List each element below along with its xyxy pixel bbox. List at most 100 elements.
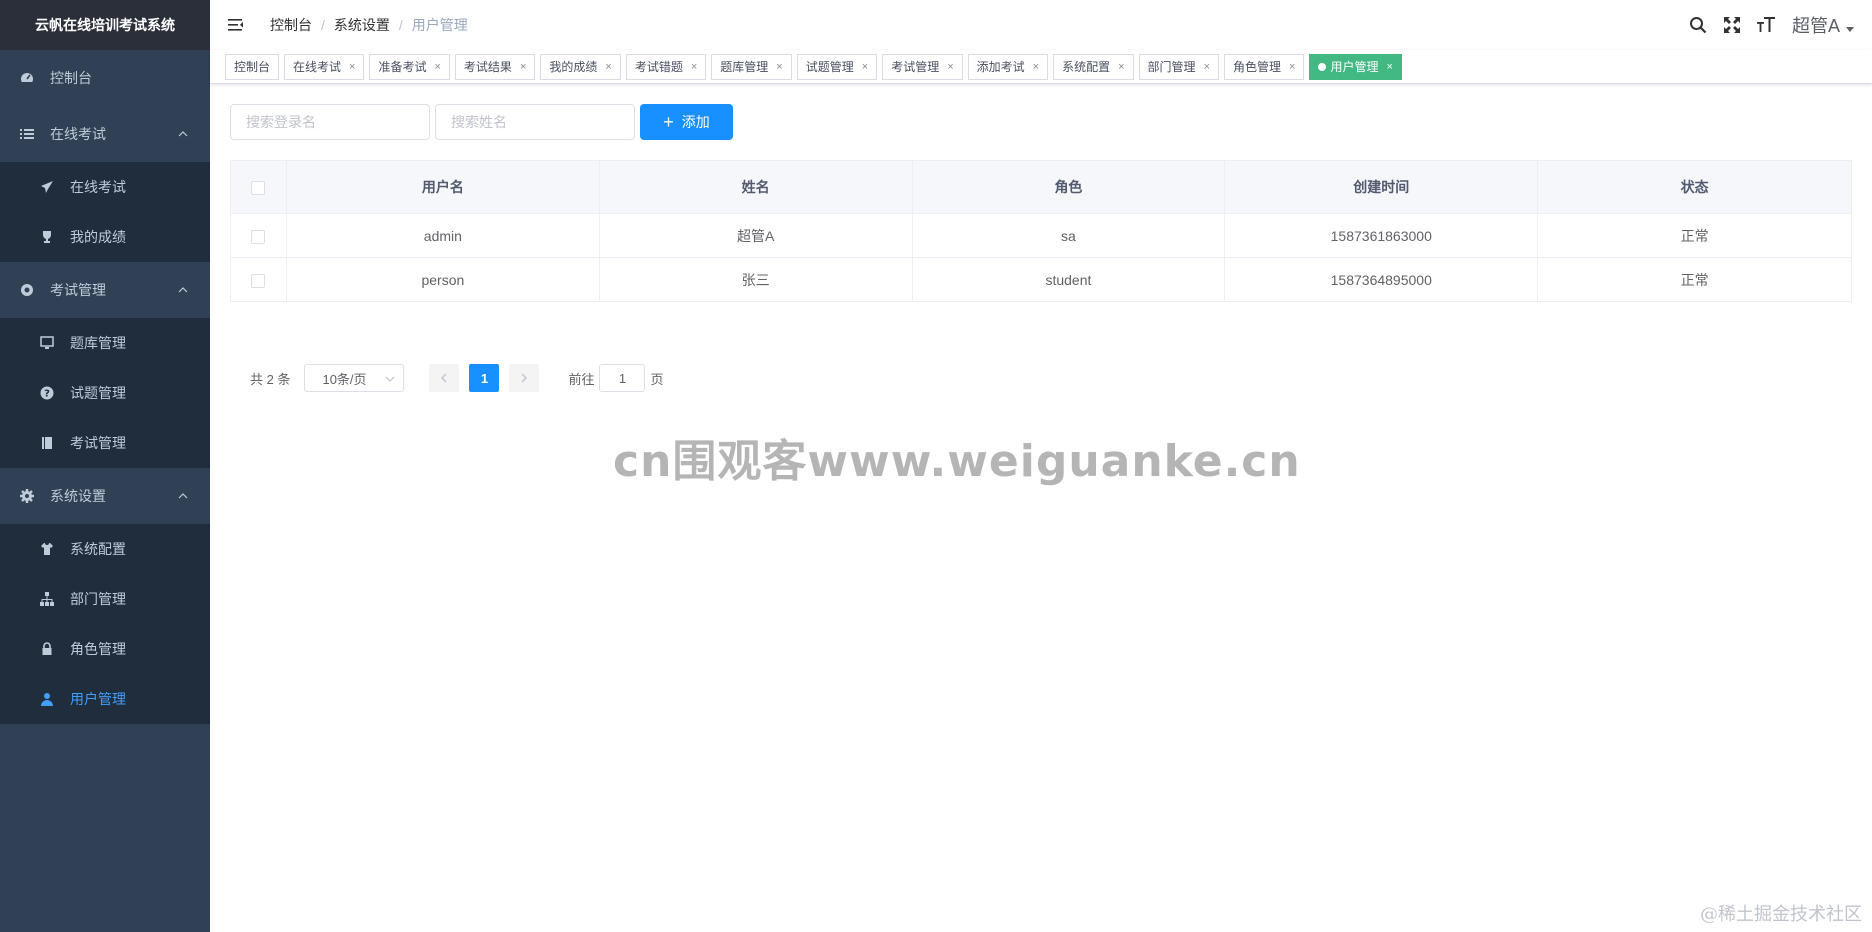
tag-item[interactable]: 添加考试 × (967, 53, 1049, 80)
tag-item[interactable]: 我的成绩 × (540, 53, 621, 80)
dashboard-icon (20, 71, 34, 85)
close-icon[interactable]: × (691, 61, 697, 73)
sidebar-item-label: 部门管理 (70, 591, 126, 607)
tag-item[interactable]: 考试管理 × (882, 53, 963, 80)
tag-item[interactable]: 试题管理 × (796, 53, 878, 80)
user-name: 超管A (1791, 16, 1840, 36)
tag-label: 用户管理 (1330, 60, 1379, 74)
content: + 添加 用户名 姓名 角色 创建时间 状态 admin (210, 84, 1872, 392)
pagination: 共 2 条 10条/页 1 前往 页 (230, 364, 1852, 392)
tag-item-active[interactable]: 用户管理 × (1309, 53, 1402, 80)
row-checkbox[interactable] (251, 273, 266, 288)
tag-item[interactable]: 角色管理 × (1224, 53, 1305, 80)
sidebar-group-label: 考试管理 (50, 282, 106, 298)
sidebar-item-user[interactable]: 用户管理 (0, 674, 210, 724)
search-login-input[interactable] (230, 104, 430, 140)
select-all-checkbox[interactable] (251, 181, 266, 196)
next-page-button[interactable] (509, 364, 540, 392)
tag-item[interactable]: 在线考试 × (284, 53, 365, 80)
column-header: 角色 (912, 160, 1226, 214)
sidebar-item-online-exam[interactable]: 在线考试 (0, 162, 210, 212)
tag-label: 添加考试 (976, 60, 1025, 74)
tag-item[interactable]: 部门管理 × (1138, 53, 1219, 80)
page-jumper: 前往 页 (568, 364, 664, 392)
close-icon[interactable]: × (776, 61, 782, 73)
sidebar-item-question-management[interactable]: ? 试题管理 (0, 368, 210, 418)
chevron-up-icon (178, 287, 188, 293)
sidebar-item-dashboard[interactable]: 控制台 (0, 50, 210, 106)
sidebar-item-department[interactable]: 部门管理 (0, 574, 210, 624)
close-icon[interactable]: × (520, 61, 526, 73)
close-icon[interactable]: × (1118, 61, 1124, 73)
sidebar-group-exam-management[interactable]: 考试管理 (0, 262, 210, 318)
svg-text:?: ? (44, 389, 50, 400)
cell-name: 超管A (599, 213, 913, 258)
sidebar-item-my-scores[interactable]: 我的成绩 (0, 212, 210, 262)
jumper-suffix: 页 (650, 371, 664, 387)
sidebar-group-system-settings[interactable]: 系统设置 (0, 468, 210, 524)
row-checkbox[interactable] (251, 229, 266, 244)
sidebar-item-question-bank[interactable]: 题库管理 (0, 318, 210, 368)
trophy-icon (40, 230, 54, 244)
page-size-select[interactable]: 10条/页 (304, 364, 405, 392)
sidebar-item-label: 控制台 (50, 70, 92, 86)
close-icon[interactable]: × (862, 61, 868, 73)
sidebar-item-label: 在线考试 (70, 179, 126, 195)
menu-fold-icon[interactable] (227, 16, 245, 34)
monitor-icon (40, 336, 54, 350)
sidebar-item-role[interactable]: 角色管理 (0, 624, 210, 674)
close-icon[interactable]: × (947, 61, 953, 73)
breadcrumb-item[interactable]: 系统设置 (334, 15, 390, 35)
credit-watermark: @稀土掘金技术社区 (1700, 904, 1862, 925)
text-size-icon[interactable] (1756, 15, 1776, 35)
search-icon[interactable] (1688, 15, 1708, 35)
sidebar-item-exam-management[interactable]: 考试管理 (0, 418, 210, 468)
tag-item[interactable]: 题库管理 × (711, 53, 792, 80)
sidebar-group-online-exam[interactable]: 在线考试 (0, 106, 210, 162)
search-name-input[interactable] (435, 104, 635, 140)
submenu-exam-management: 题库管理 ? 试题管理 考试管理 (0, 318, 210, 468)
table-row[interactable]: person 张三 student 1587364895000 正常 (230, 257, 1852, 302)
tags-view: 控制台 在线考试 × 准备考试 × 考试结果 × 我的成绩 × 考试错题 × 题库管理 × … (210, 50, 1872, 84)
breadcrumb-item[interactable]: 控制台 (270, 15, 312, 35)
gear-icon (20, 489, 34, 503)
navbar: 控制台 / 系统设置 / 用户管理 超管A (210, 0, 1872, 50)
cell-role: sa (912, 213, 1226, 258)
close-icon[interactable]: × (434, 61, 440, 73)
fullscreen-icon[interactable] (1722, 15, 1742, 35)
user-dropdown[interactable]: 超管A (1792, 12, 1854, 38)
tag-item[interactable]: 考试结果 × (454, 53, 536, 80)
tag-item[interactable]: 考试错题 × (625, 53, 707, 80)
chevron-right-icon (521, 373, 528, 383)
page-number-current[interactable]: 1 (469, 364, 500, 392)
cell-created: 1587361863000 (1224, 213, 1539, 258)
goto-page-input[interactable] (599, 364, 646, 392)
sidebar-item-label: 我的成绩 (70, 229, 126, 245)
pagination-total: 共 2 条 (250, 371, 291, 387)
cell-status: 正常 (1537, 213, 1852, 258)
close-icon[interactable]: × (1204, 61, 1210, 73)
chevron-left-icon (441, 373, 447, 383)
submenu-online-exam: 在线考试 我的成绩 (0, 162, 210, 262)
close-icon[interactable]: × (1289, 61, 1295, 73)
add-button[interactable]: + 添加 (640, 104, 733, 140)
submenu-system-settings: 系统配置 部门管理 角色管理 用户管理 (0, 524, 210, 724)
tag-label: 控制台 (234, 60, 271, 74)
sidebar: 云帆在线培训考试系统 控制台 在线考试 在线考试 我的成绩 考试管理 题库管理 … (0, 0, 210, 932)
app-title: 云帆在线培训考试系统 (0, 0, 210, 50)
tag-label: 部门管理 (1147, 60, 1196, 74)
table-row[interactable]: admin 超管A sa 1587361863000 正常 (230, 213, 1852, 258)
close-icon[interactable]: × (1033, 61, 1039, 73)
close-icon[interactable]: × (605, 61, 611, 73)
sidebar-item-system-config[interactable]: 系统配置 (0, 524, 210, 574)
tag-item[interactable]: 控制台 (225, 53, 280, 80)
breadcrumb: 控制台 / 系统设置 / 用户管理 (270, 15, 468, 35)
prev-page-button[interactable] (429, 364, 460, 392)
cell-username: person (286, 257, 600, 302)
close-icon[interactable]: × (349, 61, 355, 73)
cell-created: 1587364895000 (1224, 257, 1539, 302)
tag-item[interactable]: 准备考试 × (369, 53, 450, 80)
tag-item[interactable]: 系统配置 × (1053, 53, 1134, 80)
close-icon[interactable]: × (1386, 61, 1392, 73)
column-header: 状态 (1537, 160, 1852, 214)
